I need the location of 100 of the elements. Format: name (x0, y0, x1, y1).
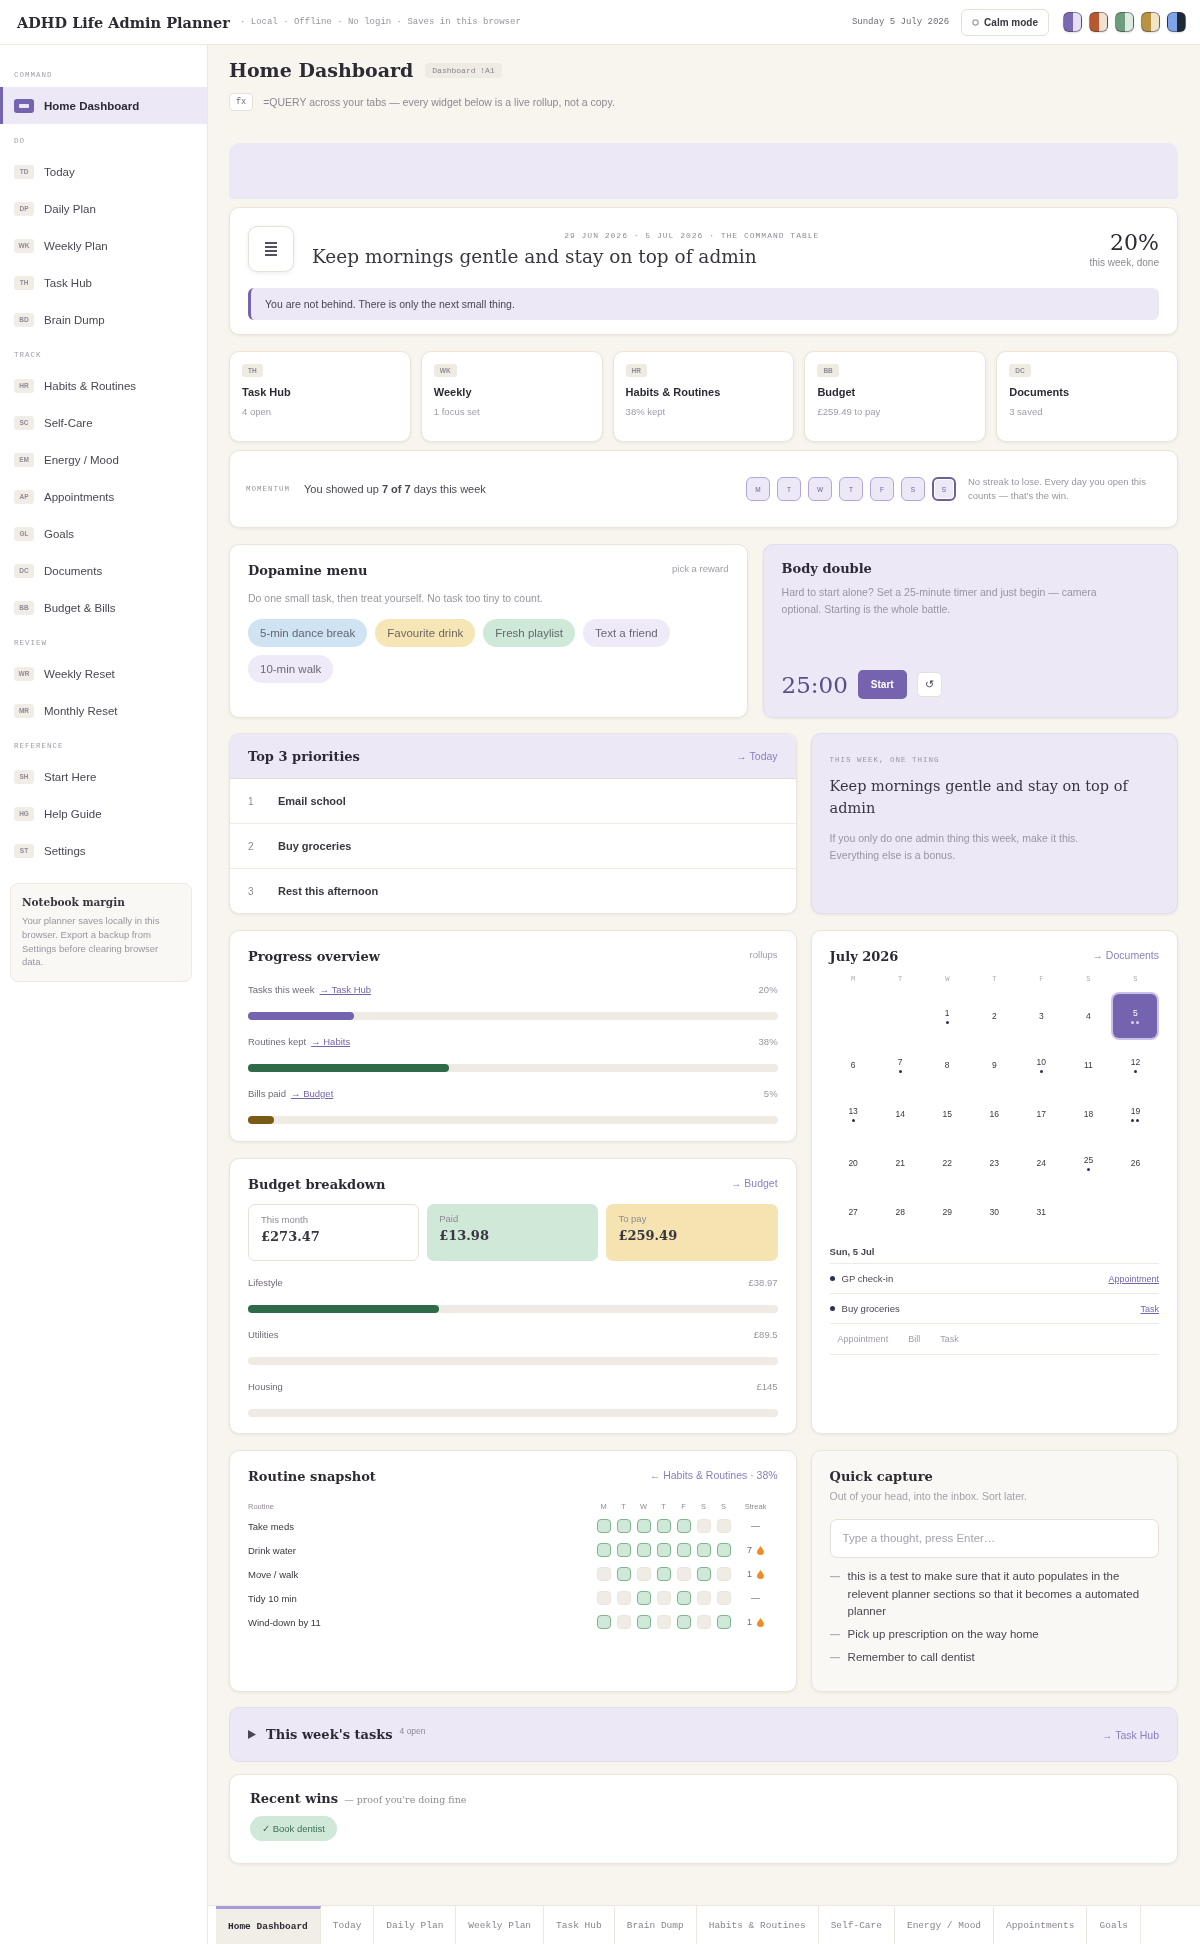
calendar-day[interactable]: 27 (831, 1189, 876, 1234)
calendar-day[interactable]: 1 (925, 993, 970, 1038)
calendar-day[interactable]: 29 (925, 1189, 970, 1234)
habit-checkbox[interactable] (676, 1615, 691, 1629)
calendar-day[interactable]: 18 (1066, 1091, 1111, 1136)
sheet-tab[interactable]: Brain Dump (614, 1906, 697, 1944)
calendar-day[interactable]: 3 (1019, 993, 1064, 1038)
nav-item[interactable]: Home Dashboard (0, 87, 207, 124)
calendar-day[interactable]: 9 (972, 1042, 1017, 1087)
reset-button[interactable]: ↺ (916, 672, 942, 697)
calendar-day[interactable]: 31 (1019, 1189, 1064, 1234)
sheet-tab[interactable]: Self-Care (818, 1906, 895, 1944)
habits-link[interactable]: ← Habits & Routines · 38% (649, 1469, 778, 1481)
calendar-day[interactable]: 12 (1113, 1042, 1158, 1087)
habit-checkbox[interactable] (596, 1615, 611, 1629)
reward-chip[interactable]: 5-min dance break (248, 618, 368, 647)
calendar-day[interactable]: 17 (1019, 1091, 1064, 1136)
calendar-day[interactable]: 28 (878, 1189, 923, 1234)
sheet-tab[interactable]: Home Dashboard (216, 1906, 321, 1944)
calendar-day[interactable]: 30 (972, 1189, 1017, 1234)
habit-checkbox[interactable] (616, 1543, 631, 1557)
sheet-tab[interactable]: Task Hub (544, 1906, 615, 1944)
habit-checkbox[interactable] (656, 1519, 671, 1533)
progress-link[interactable]: → Budget (291, 1087, 334, 1099)
reward-chip[interactable]: 10-min walk (248, 654, 334, 683)
habit-checkbox[interactable] (596, 1543, 611, 1557)
calendar-day[interactable]: 11 (1066, 1042, 1111, 1087)
reward-chip[interactable]: Text a friend (583, 618, 670, 647)
calendar-day[interactable]: 16 (972, 1091, 1017, 1136)
habit-checkbox[interactable] (676, 1519, 691, 1533)
sheet-tab[interactable]: Weekly Plan (456, 1906, 545, 1944)
percent-caption: this week, done (1089, 257, 1159, 268)
progress-link[interactable]: → Habits (311, 1035, 351, 1047)
habit-checkbox[interactable] (716, 1615, 731, 1629)
progress-value: 20% (758, 983, 778, 995)
calendar-day[interactable]: 20 (831, 1140, 876, 1185)
quote-callout: You are not behind. There is only the next small thing. (248, 288, 1159, 320)
calendar-day[interactable]: 13 (831, 1091, 876, 1136)
habit-checkbox[interactable] (636, 1615, 651, 1629)
calendar-day[interactable]: 6 (831, 1042, 876, 1087)
card-title: Task Hub (242, 386, 291, 398)
category-label: Lifestyle (248, 1276, 283, 1288)
card-title: Body double (781, 561, 872, 576)
calendar-day[interactable]: 7 (878, 1042, 923, 1087)
sheet-tab[interactable]: Appointments (994, 1906, 1088, 1944)
selected-date-label: Sun, 5 Jul (829, 1246, 1159, 1264)
calendar-day[interactable]: 21 (878, 1140, 923, 1185)
calendar-day[interactable]: 25 (1066, 1140, 1111, 1185)
sheet-tab[interactable]: Energy / Mood (894, 1906, 995, 1944)
reward-chip[interactable]: Favourite drink (375, 618, 476, 647)
sheet-tab[interactable]: Today (320, 1906, 375, 1944)
category-amount: £145 (756, 1380, 778, 1392)
start-button[interactable]: Start (857, 670, 907, 699)
budget-link[interactable]: → Budget (730, 1177, 778, 1189)
habit-checkbox[interactable] (636, 1543, 651, 1557)
calendar-day[interactable]: 15 (925, 1091, 970, 1136)
calm-mode-button[interactable]: Calm mode (961, 8, 1049, 36)
event-type-link[interactable]: Task (1140, 1303, 1159, 1314)
capture-input[interactable]: Type a thought, press Enter… (829, 1518, 1159, 1558)
habit-checkbox[interactable] (616, 1519, 631, 1533)
progress-link[interactable]: → Task Hub (319, 983, 372, 995)
calendar-day[interactable]: 23 (972, 1140, 1017, 1185)
calendar-day[interactable]: 22 (925, 1140, 970, 1185)
sheet-tab[interactable]: Daily Plan (374, 1906, 457, 1944)
habit-checkbox[interactable] (676, 1591, 691, 1605)
theme-swatch-icon[interactable] (1115, 12, 1134, 32)
habit-checkbox[interactable] (616, 1567, 631, 1581)
calendar-day[interactable]: 5 (1113, 993, 1158, 1038)
calendar-day[interactable]: 4 (1066, 993, 1111, 1038)
habit-checkbox[interactable] (636, 1591, 651, 1605)
documents-link[interactable]: → Documents (1092, 949, 1159, 961)
habit-checkbox[interactable] (696, 1567, 711, 1581)
progress-value: 38% (758, 1035, 778, 1047)
calendar-day[interactable]: 19 (1113, 1091, 1158, 1136)
theme-swatch-icon[interactable] (1063, 12, 1082, 32)
caret-icon[interactable] (248, 1730, 256, 1739)
card-detail: 38% kept (625, 406, 666, 417)
calendar-day[interactable]: 8 (925, 1042, 970, 1087)
event-type-link[interactable]: Appointment (1108, 1273, 1159, 1284)
habit-checkbox[interactable] (656, 1543, 671, 1557)
calendar-day[interactable]: 10 (1019, 1042, 1064, 1087)
theme-swatch-icon[interactable] (1167, 12, 1186, 32)
sheet-tab[interactable]: Goals (1087, 1906, 1141, 1944)
calendar-day[interactable]: 14 (878, 1091, 923, 1136)
habit-checkbox[interactable] (656, 1567, 671, 1581)
calendar-day[interactable]: 2 (972, 993, 1017, 1038)
habit-checkbox[interactable] (676, 1543, 691, 1557)
momentum-text: You showed up 7 of 7 days this week (304, 483, 487, 495)
habit-checkbox[interactable] (696, 1543, 711, 1557)
sheet-tab[interactable]: Habits & Routines (696, 1906, 819, 1944)
calendar-day[interactable]: 26 (1113, 1140, 1158, 1185)
theme-swatch-icon[interactable] (1089, 12, 1108, 32)
habit-checkbox[interactable] (716, 1543, 731, 1557)
reward-chip[interactable]: Fresh playlist (483, 618, 576, 647)
progress-label: Routines kept (248, 1035, 307, 1047)
habit-checkbox[interactable] (596, 1519, 611, 1533)
calendar-day[interactable]: 24 (1019, 1140, 1064, 1185)
theme-swatch-icon[interactable] (1141, 12, 1160, 32)
habit-checkbox[interactable] (636, 1519, 651, 1533)
date-range-label: 29 JUN 2026 · 5 JUL 2026 · THE COMMAND TABLE (563, 231, 821, 240)
